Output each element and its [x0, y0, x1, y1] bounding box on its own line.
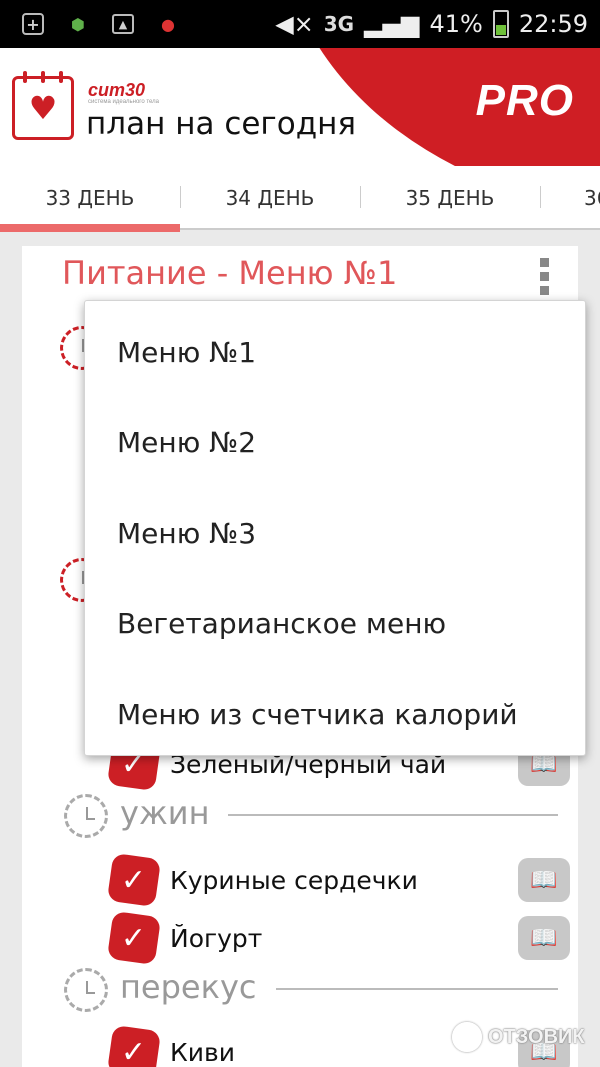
tab-day-36[interactable]: 36 — [540, 166, 600, 230]
item-label: Куриные сердечки — [170, 865, 418, 895]
check-icon[interactable]: ✓ — [106, 1024, 162, 1067]
calendar-heart-icon: ♥ — [12, 71, 74, 140]
menu-option-1[interactable]: Меню №1 — [85, 307, 585, 398]
pro-badge[interactable]: PRO — [476, 76, 574, 126]
list-item[interactable]: ✓ Куриные сердечки 📖 — [106, 852, 570, 908]
card-title: Питание - Меню №1 — [62, 254, 398, 292]
section-divider — [276, 988, 558, 990]
menu-option-calorie-counter[interactable]: Меню из счетчика калорий — [85, 669, 585, 760]
list-item[interactable]: ✓ Йогурт 📖 — [106, 910, 570, 966]
mute-icon: ◀× — [275, 10, 314, 38]
battery-icon — [492, 10, 509, 38]
section-label: ужин — [120, 794, 210, 832]
ladybug-icon: ● — [161, 14, 175, 34]
shield-icon: ⬢ — [71, 14, 85, 34]
page-title: план на сегодня — [86, 106, 357, 142]
plus-icon: + — [22, 13, 44, 35]
tab-day-33[interactable]: 33 ДЕНЬ — [0, 166, 180, 232]
overflow-menu-icon[interactable] — [540, 258, 550, 300]
network-type: 3G — [323, 12, 355, 36]
logo-text: сит30 — [88, 80, 146, 100]
clock: 22:59 — [518, 10, 588, 38]
day-tabs: 33 ДЕНЬ 34 ДЕНЬ 35 ДЕНЬ 36 — [0, 166, 600, 232]
clock-icon — [64, 968, 108, 1012]
tab-day-35[interactable]: 35 ДЕНЬ — [360, 166, 540, 230]
menu-option-2[interactable]: Меню №2 — [85, 398, 585, 489]
logo-subtitle: система идеального тела — [88, 99, 160, 105]
image-icon: ▲ — [112, 14, 134, 34]
item-label: Йогурт — [170, 923, 263, 953]
status-bar: + ⬢ ▲ ● ◀× 3G ▂▄▆ 41% 22:59 — [0, 0, 600, 48]
watermark: ОТЗОВИК — [452, 1022, 585, 1052]
battery-fill — [495, 25, 506, 35]
menu-option-3[interactable]: Меню №3 — [85, 488, 585, 579]
menu-dropdown: Меню №1 Меню №2 Меню №3 Вегетарианское м… — [84, 300, 586, 756]
signal-icon: ▂▄▆ — [364, 10, 420, 38]
check-icon[interactable]: ✓ — [106, 910, 162, 966]
battery-percent: 41% — [429, 10, 483, 38]
book-icon[interactable]: 📖 — [518, 916, 570, 960]
check-icon[interactable]: ✓ — [106, 852, 162, 908]
app-logo: сит30 система идеального тела — [88, 80, 159, 105]
tab-day-34[interactable]: 34 ДЕНЬ — [180, 166, 360, 230]
section-divider — [228, 814, 558, 816]
menu-option-vegetarian[interactable]: Вегетарианское меню — [85, 579, 585, 670]
section-label: перекус — [120, 968, 257, 1006]
clock-icon — [64, 794, 108, 838]
app-header: PRO ♥ сит30 система идеального тела план… — [0, 48, 600, 166]
book-icon[interactable]: 📖 — [518, 858, 570, 902]
watermark-logo-icon — [452, 1022, 482, 1052]
watermark-text: ОТЗОВИК — [488, 1025, 585, 1048]
